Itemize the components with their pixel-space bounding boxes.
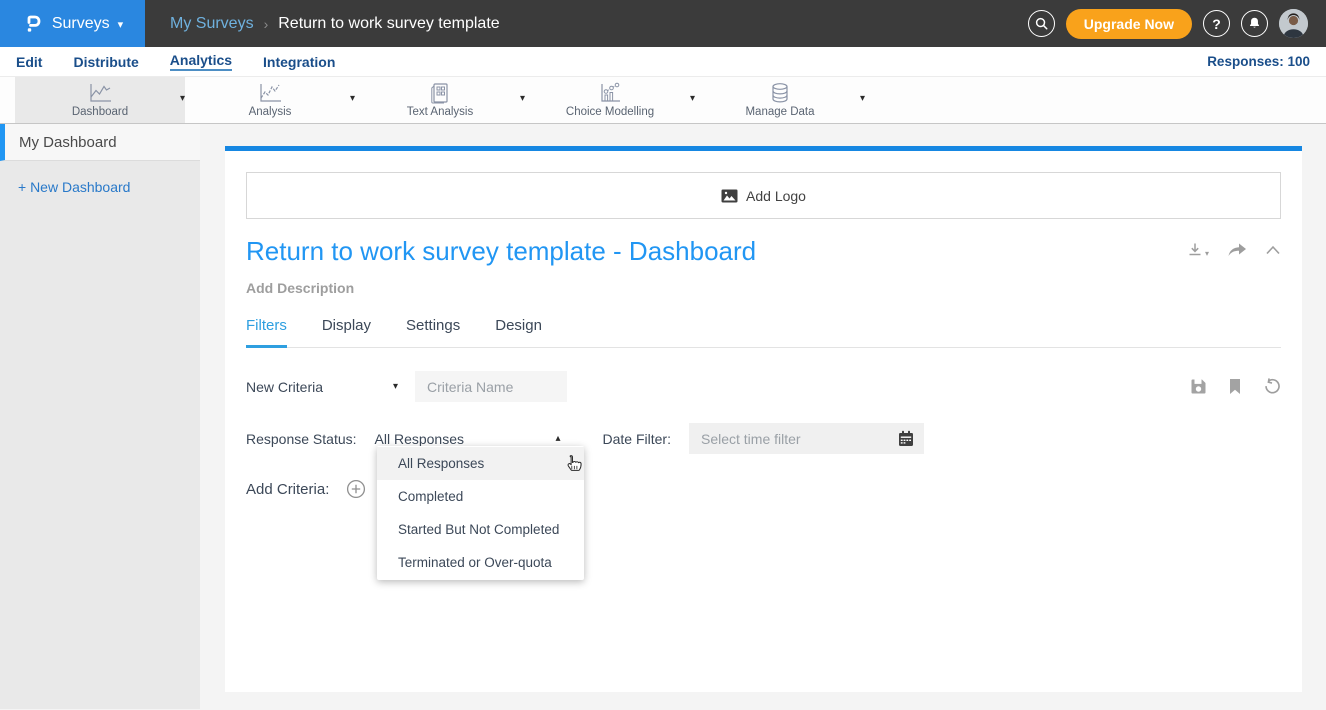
response-status-label: Response Status: <box>246 431 357 447</box>
sidebar-item-label: My Dashboard <box>19 134 117 151</box>
surveys-app-switcher[interactable]: Surveys ▾ <box>0 0 145 47</box>
calendar-icon[interactable] <box>898 430 914 452</box>
toolbar-item-label: Manage Data <box>745 106 814 118</box>
bell-icon <box>1247 16 1262 31</box>
tab-settings[interactable]: Settings <box>406 317 460 347</box>
dashboard-card: Add Logo Return to work survey template … <box>225 146 1302 692</box>
analytics-toolbar: Dashboard ▾ Analysis ▾ Text Analysis ▾ C… <box>0 77 1326 124</box>
criteria-type-value: New Criteria <box>246 379 323 395</box>
dashboard-chart-icon <box>87 82 113 104</box>
chevron-down-icon: ▾ <box>1205 249 1209 258</box>
response-status-value: All Responses <box>375 431 465 447</box>
dropdown-option-started-not-completed[interactable]: Started But Not Completed <box>377 513 584 546</box>
add-criteria-button[interactable] <box>346 479 366 499</box>
reset-icon <box>1263 378 1281 396</box>
download-button[interactable]: ▾ <box>1187 242 1209 258</box>
responses-count-link[interactable]: Responses: 100 <box>1207 54 1310 69</box>
add-logo-label: Add Logo <box>746 188 806 204</box>
date-filter-input[interactable] <box>689 423 924 454</box>
toolbar-item-choice-modelling[interactable]: Choice Modelling ▾ <box>525 77 695 123</box>
search-icon <box>1034 16 1049 31</box>
criteria-name-input[interactable] <box>415 371 567 402</box>
chevron-down-icon: ▾ <box>393 381 398 392</box>
breadcrumb-current: Return to work survey template <box>278 15 499 33</box>
toolbar-item-label: Analysis <box>249 106 292 118</box>
nav-item-edit[interactable]: Edit <box>16 54 42 70</box>
nav-item-distribute[interactable]: Distribute <box>73 54 138 70</box>
dropdown-option-all-responses[interactable]: All Responses <box>377 447 584 480</box>
top-header: Surveys ▾ My Surveys › Return to work su… <box>0 0 1326 47</box>
nav-item-analytics[interactable]: Analytics <box>170 52 232 71</box>
collapse-button[interactable] <box>1265 245 1281 255</box>
app-name: Surveys <box>52 15 110 33</box>
add-criteria-label: Add Criteria: <box>246 481 329 498</box>
add-description-placeholder[interactable]: Add Description <box>246 280 1281 296</box>
new-dashboard-link[interactable]: + New Dashboard <box>0 161 200 213</box>
search-button[interactable] <box>1028 10 1055 37</box>
chevron-up-icon: ▴ <box>555 433 560 444</box>
bookmark-button[interactable] <box>1228 378 1242 395</box>
chevron-down-icon[interactable]: ▾ <box>860 93 865 104</box>
breadcrumb: My Surveys › Return to work survey templ… <box>170 15 500 33</box>
user-avatar[interactable] <box>1279 9 1308 38</box>
criteria-actions <box>1190 378 1281 396</box>
tab-filters[interactable]: Filters <box>246 317 287 348</box>
notifications-button[interactable] <box>1241 10 1268 37</box>
dashboard-sidebar: My Dashboard + New Dashboard <box>0 124 200 709</box>
toolbar-item-label: Dashboard <box>72 106 128 118</box>
chevron-down-icon: ▾ <box>118 18 124 31</box>
upgrade-now-button[interactable]: Upgrade Now <box>1066 9 1192 39</box>
toolbar-item-text-analysis[interactable]: Text Analysis ▾ <box>355 77 525 123</box>
toolbar-item-dashboard[interactable]: Dashboard ▾ <box>15 77 185 123</box>
text-analysis-icon <box>429 82 451 104</box>
title-actions: ▾ <box>1187 236 1281 258</box>
bookmark-icon <box>1228 378 1242 395</box>
chevron-up-icon <box>1265 245 1281 255</box>
reset-button[interactable] <box>1263 378 1281 396</box>
toolbar-item-manage-data[interactable]: Manage Data ▾ <box>695 77 865 123</box>
nav-item-integration[interactable]: Integration <box>263 54 335 70</box>
question-mark-icon: ? <box>1212 16 1221 32</box>
sidebar-item-my-dashboard[interactable]: My Dashboard <box>0 124 200 161</box>
image-icon <box>721 189 738 203</box>
toolbar-item-analysis[interactable]: Analysis ▾ <box>185 77 355 123</box>
choice-modelling-icon <box>598 82 622 104</box>
help-button[interactable]: ? <box>1203 10 1230 37</box>
save-button[interactable] <box>1190 378 1207 395</box>
dropdown-option-completed[interactable]: Completed <box>377 480 584 513</box>
dashboard-settings-tabs: Filters Display Settings Design <box>246 317 1281 348</box>
database-icon <box>769 82 791 104</box>
share-button[interactable] <box>1227 242 1247 258</box>
breadcrumb-separator: › <box>264 16 269 32</box>
response-status-dropdown: All Responses Completed Started But Not … <box>377 446 584 580</box>
tab-display[interactable]: Display <box>322 317 371 347</box>
survey-nav: Edit Distribute Analytics Integration Re… <box>0 47 1326 77</box>
save-floppy-icon <box>1190 378 1207 395</box>
toolbar-item-label: Text Analysis <box>407 106 473 118</box>
dashboard-title[interactable]: Return to work survey template - Dashboa… <box>246 236 756 267</box>
questionpro-logo-icon <box>22 13 44 35</box>
tab-design[interactable]: Design <box>495 317 542 347</box>
add-logo-button[interactable]: Add Logo <box>246 172 1281 219</box>
response-status-select[interactable]: All Responses ▴ <box>375 431 561 447</box>
download-icon <box>1187 242 1204 258</box>
breadcrumb-my-surveys[interactable]: My Surveys <box>170 15 254 33</box>
dropdown-option-terminated-overquota[interactable]: Terminated or Over-quota <box>377 546 584 579</box>
header-actions: Upgrade Now ? <box>1028 9 1326 39</box>
body: My Dashboard + New Dashboard Add Logo Re… <box>0 124 1326 709</box>
criteria-type-select[interactable]: New Criteria ▾ <box>246 379 398 395</box>
share-arrow-icon <box>1227 242 1247 258</box>
analysis-chart-icon <box>257 82 283 104</box>
toolbar-item-label: Choice Modelling <box>566 106 654 118</box>
dashboard-content: Add Logo Return to work survey template … <box>200 124 1326 709</box>
date-filter-label: Date Filter: <box>603 431 671 447</box>
